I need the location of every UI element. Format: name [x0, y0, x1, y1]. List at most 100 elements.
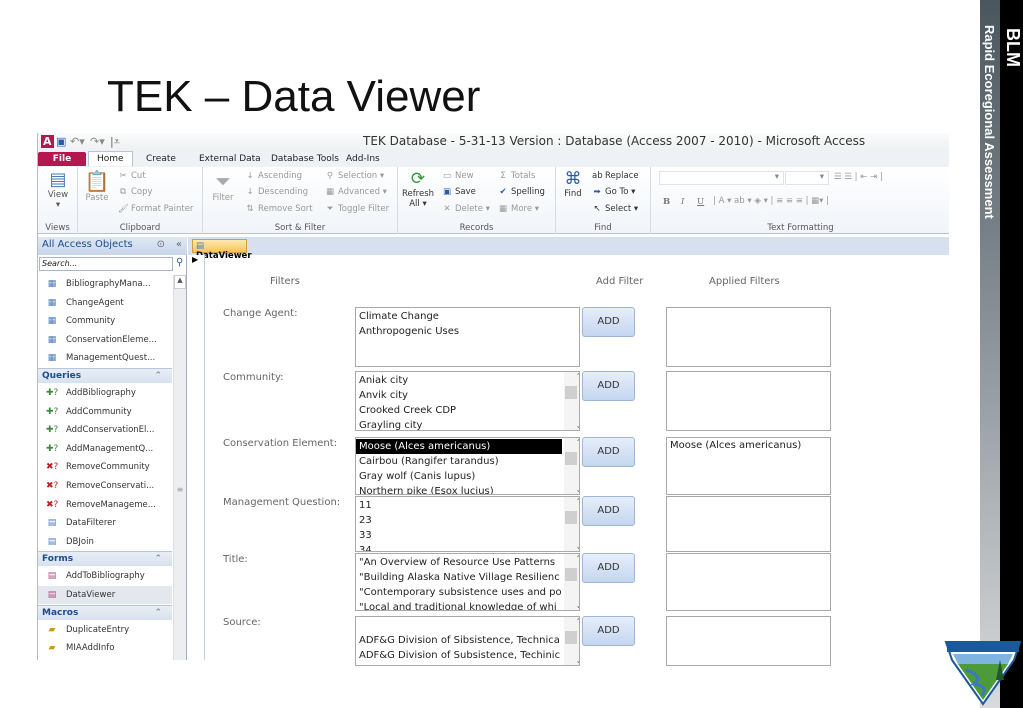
color-buttons[interactable]: | A ▾ ab ▾ ◈ ▾ | ≡ ≡ ≡ | ▦▾ | — [713, 196, 829, 206]
nav-item-form-1[interactable]: ▤ DataViewer — [38, 586, 172, 604]
copy-button[interactable]: ⧉ Copy — [118, 187, 153, 197]
paste-button[interactable]: 📋 Paste — [82, 169, 112, 203]
underline-button[interactable]: U — [697, 197, 704, 207]
chevron-up-icon[interactable]: ⌃ — [572, 554, 579, 563]
list-option[interactable]: "Local and traditional knowledge of whi — [356, 600, 562, 610]
find-button[interactable]: ⌘ Find — [560, 169, 586, 199]
list-icons[interactable]: ☰ ☰ | ⇤ ⇥ | — [834, 172, 883, 182]
chevron-up-icon[interactable]: ⌃ — [572, 617, 579, 626]
nav-section-queries[interactable]: Queries ⌃ — [38, 368, 172, 383]
new-record-button[interactable]: ▭ New — [442, 171, 474, 181]
add-filter-button[interactable]: ADD — [582, 437, 635, 467]
nav-item-table-0[interactable]: ▦ BibliographyMana... — [38, 275, 172, 293]
tab-database-tools[interactable]: Database Tools — [263, 152, 347, 166]
list-option[interactable]: 33 — [356, 528, 562, 543]
applied-filter-box[interactable] — [666, 307, 831, 367]
list-option[interactable]: 34 — [356, 543, 562, 551]
scroll-thumb[interactable] — [565, 568, 577, 581]
undo-icon[interactable]: ↶▾ — [70, 135, 85, 148]
nav-item-macro-1[interactable]: ▰ MIAAddInfo — [38, 639, 172, 657]
list-option[interactable]: ADF&G Division of Subsistence, Techinic — [356, 648, 562, 663]
search-icon[interactable]: ⚲ — [176, 257, 183, 268]
list-option[interactable]: Moose (Alces americanus) — [356, 439, 562, 454]
list-option[interactable]: "An Overview of Resource Use Patterns — [356, 555, 562, 570]
nav-item-macro-0[interactable]: ▰ DuplicateEntry — [38, 621, 172, 639]
applied-filter-box[interactable]: Moose (Alces americanus) — [666, 437, 831, 495]
record-selector[interactable]: ▶ — [188, 255, 205, 660]
list-option[interactable]: "Building Alaska Native Village Resilien… — [356, 570, 562, 585]
ascending-button[interactable]: ↓ Ascending — [245, 171, 302, 181]
nav-item-query-6[interactable]: ✖? RemoveManageme... — [38, 496, 172, 514]
filter-listbox[interactable]: Climate Change Anthropogenic Uses — [355, 307, 580, 367]
chevron-down-icon[interactable]: ⌄ — [572, 485, 579, 494]
nav-item-query-0[interactable]: ✚? AddBibliography — [38, 384, 172, 402]
scroll-grip-icon[interactable]: ≡ — [174, 485, 186, 494]
collapse-nav-icon[interactable]: « — [176, 239, 182, 250]
list-option[interactable]: Crooked Creek CDP — [356, 403, 562, 418]
font-name-select[interactable]: ▾ — [659, 171, 784, 185]
format-painter-button[interactable]: 🖌 Format Painter — [118, 204, 193, 214]
nav-item-query-3[interactable]: ✚? AddManagementQ... — [38, 440, 172, 458]
list-option[interactable]: Cairbou (Rangifer tarandus) — [356, 454, 562, 469]
redo-icon[interactable]: ↷▾ — [90, 135, 105, 148]
chevron-down-icon[interactable]: ⌄ — [572, 421, 579, 430]
view-button[interactable]: ▤ View ▾ — [44, 169, 72, 210]
selection-button[interactable]: ⚲ Selection ▾ — [325, 171, 384, 181]
collapse-icon[interactable]: ⌃ — [154, 371, 162, 381]
listbox-scrollbar[interactable]: ⌃⌄ — [564, 372, 579, 430]
collapse-icon[interactable]: ⌃ — [154, 608, 162, 618]
save-icon[interactable]: ▣ — [56, 135, 66, 148]
delete-record-button[interactable]: ✕ Delete ▾ — [442, 204, 489, 214]
save-record-button[interactable]: ▣ Save — [442, 187, 476, 197]
refresh-all-button[interactable]: ⟳ Refresh All ▾ — [401, 169, 435, 209]
listbox-scrollbar[interactable]: ⌃⌄ — [564, 497, 579, 551]
filter-listbox[interactable]: Aniak city Anvik city Crooked Creek CDP Gra… — [355, 371, 580, 431]
scroll-thumb[interactable] — [565, 452, 577, 465]
add-filter-button[interactable]: ADD — [582, 496, 635, 526]
add-filter-button[interactable]: ADD — [582, 553, 635, 583]
more-button[interactable]: ▦ More ▾ — [498, 204, 539, 214]
bold-button[interactable]: B — [663, 197, 670, 207]
select-button[interactable]: ↖ Select ▾ — [592, 204, 638, 214]
applied-filter-box[interactable] — [666, 616, 831, 666]
list-option[interactable]: 23 — [356, 513, 562, 528]
filter-button[interactable]: ⏷ Filter — [209, 169, 237, 203]
chevron-down-icon[interactable]: ⌄ — [572, 601, 579, 610]
nav-item-form-0[interactable]: ▤ AddToBibliography — [38, 567, 172, 585]
tab-home[interactable]: Home — [88, 151, 133, 166]
list-option[interactable]: Climate Change — [356, 309, 562, 324]
nav-item-query-1[interactable]: ✚? AddCommunity — [38, 403, 172, 421]
nav-menu-icon[interactable]: ⊙ — [157, 239, 165, 250]
nav-section-macros[interactable]: Macros ⌃ — [38, 604, 172, 620]
applied-filter-box[interactable] — [666, 371, 831, 431]
applied-filter-box[interactable] — [666, 553, 831, 611]
descending-button[interactable]: ↓ Descending — [245, 187, 308, 197]
tab-create[interactable]: Create — [138, 152, 184, 166]
nav-header[interactable]: All Access Objects ⊙ « — [38, 237, 187, 255]
list-option[interactable]: Northern pike (Esox lucius) — [356, 484, 562, 494]
list-option[interactable]: Anthropogenic Uses — [356, 324, 562, 339]
nav-item-query-4[interactable]: ✖? RemoveCommunity — [38, 458, 172, 476]
customize-toolbar-icon[interactable]: |⩡ — [110, 135, 120, 149]
goto-button[interactable]: ➡ Go To ▾ — [592, 187, 635, 197]
collapse-icon[interactable]: ⌃ — [154, 554, 162, 564]
filter-listbox[interactable]: 11233334⌃⌄ — [355, 496, 580, 552]
list-option[interactable]: Aniak city — [356, 373, 562, 388]
nav-item-table-4[interactable]: ▦ ManagementQuest... — [38, 349, 172, 367]
tab-dataviewer[interactable]: ▤ DataViewer — [192, 239, 252, 261]
chevron-down-icon[interactable]: ⌄ — [572, 542, 579, 551]
tab-external-data[interactable]: External Data — [191, 152, 269, 166]
scroll-thumb[interactable] — [565, 511, 577, 524]
nav-scrollbar[interactable]: ▲ ≡ — [173, 275, 186, 660]
totals-button[interactable]: Σ Totals — [498, 171, 535, 181]
nav-item-query-8[interactable]: ▤ DBJoin — [38, 533, 172, 551]
nav-item-query-7[interactable]: ▤ DataFilterer — [38, 514, 172, 532]
toggle-filter-button[interactable]: ⏷ Toggle Filter — [325, 204, 390, 214]
tab-file[interactable]: File — [38, 152, 86, 166]
listbox-scrollbar[interactable]: ⌃⌄ — [564, 438, 579, 494]
scroll-thumb[interactable] — [565, 631, 577, 644]
replace-button[interactable]: ab Replace — [592, 171, 639, 181]
nav-section-forms[interactable]: Forms ⌃ — [38, 551, 172, 567]
list-option[interactable]: ADF&G Division of Sibsistence, Technica — [356, 633, 562, 648]
chevron-down-icon[interactable]: ⌄ — [572, 656, 579, 665]
